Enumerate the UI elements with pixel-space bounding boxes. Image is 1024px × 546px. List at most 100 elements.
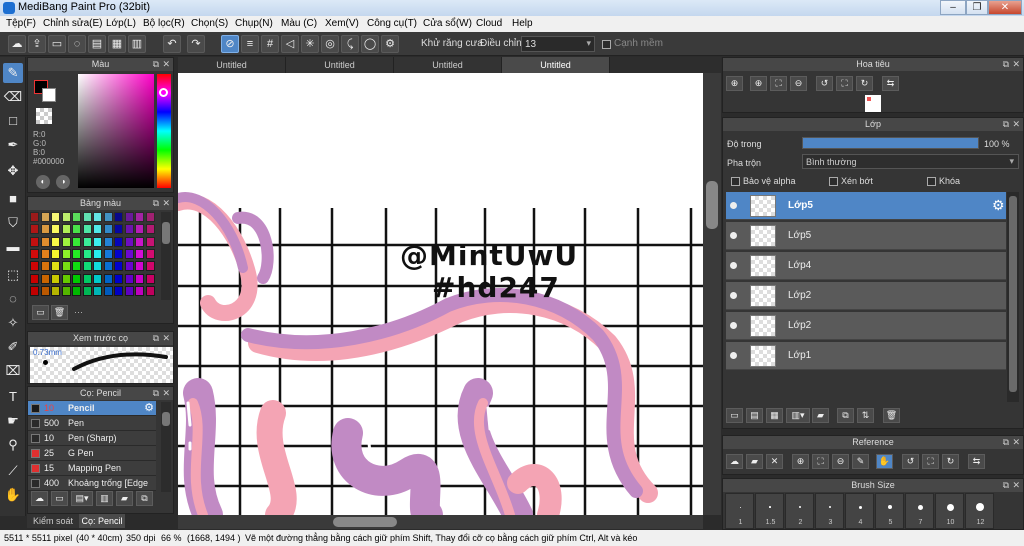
- brush-size-cell[interactable]: 10: [935, 493, 964, 529]
- grid-doc-icon[interactable]: ▦: [108, 35, 126, 53]
- menu-edit[interactable]: Chỉnh sửa(E): [43, 18, 103, 29]
- brush-size-cell[interactable]: 1: [725, 493, 754, 529]
- minimize-button[interactable]: –: [940, 0, 966, 15]
- parallel-snap-icon[interactable]: ≡: [241, 35, 259, 53]
- palette-swatch[interactable]: [72, 285, 81, 296]
- palette-swatch[interactable]: [72, 224, 81, 235]
- duplicate-layer-icon[interactable]: ⧉: [837, 408, 854, 423]
- visibility-eye-icon[interactable]: [730, 202, 737, 209]
- palette-swatch[interactable]: [40, 273, 50, 284]
- tab-brush-pencil[interactable]: Cọ: Pencil: [79, 514, 125, 528]
- palette-swatch[interactable]: [145, 248, 155, 259]
- text-tool-icon[interactable]: T: [3, 387, 23, 407]
- palette-swatch[interactable]: [114, 273, 123, 284]
- palette-swatch[interactable]: [30, 273, 39, 284]
- palette-swatch[interactable]: [51, 261, 60, 272]
- palette-swatch[interactable]: [40, 212, 50, 222]
- zoom-fit-icon[interactable]: ⊕: [726, 76, 743, 91]
- lasso-tool-icon[interactable]: ◌: [3, 289, 23, 309]
- actual-size-icon[interactable]: ⛶: [836, 76, 853, 91]
- brush-size-cell[interactable]: 7: [905, 493, 934, 529]
- close-icon[interactable]: ✕: [162, 197, 170, 210]
- navigator-thumbnail[interactable]: [865, 95, 881, 112]
- ref-rotate-left-icon[interactable]: ↺: [902, 454, 919, 469]
- snap-off-icon[interactable]: ⊘: [221, 35, 239, 53]
- palette-swatch[interactable]: [135, 212, 144, 222]
- rotate-right-icon[interactable]: ↻: [856, 76, 873, 91]
- palette-swatch[interactable]: [114, 248, 123, 259]
- palette-swatch[interactable]: [40, 285, 50, 296]
- palette-swatch[interactable]: [72, 236, 81, 247]
- palette-swatch[interactable]: [145, 285, 155, 296]
- zoom-out-icon[interactable]: ⊖: [790, 76, 807, 91]
- palette-swatch[interactable]: [61, 273, 71, 284]
- new-brush-icon[interactable]: ▭: [51, 491, 68, 506]
- ref-zoom-in-icon[interactable]: ⊕: [792, 454, 809, 469]
- gradient-tool-icon[interactable]: ▬: [3, 237, 23, 257]
- palette-swatch[interactable]: [93, 212, 102, 222]
- float-icon[interactable]: ⧉: [1003, 118, 1009, 131]
- cloud-icon[interactable]: ☁: [8, 35, 26, 53]
- visibility-eye-icon[interactable]: [730, 352, 737, 359]
- layer-folder-icon[interactable]: ▰: [812, 408, 829, 423]
- color-mode-icon[interactable]: ◐: [36, 175, 50, 189]
- layer-row[interactable]: Lớp5: [726, 192, 1006, 220]
- close-icon[interactable]: ✕: [1012, 118, 1020, 131]
- palette-swatch[interactable]: [124, 236, 134, 247]
- duplicate-brush-icon[interactable]: ⧉: [136, 491, 153, 506]
- palette-swatch[interactable]: [93, 224, 102, 235]
- palette-swatch[interactable]: [51, 212, 60, 222]
- delete-swatch-icon[interactable]: 🗑: [51, 305, 68, 320]
- palette-swatch[interactable]: [40, 236, 50, 247]
- brush-settings-icon[interactable]: ▥: [96, 491, 113, 506]
- palette-swatch[interactable]: [103, 261, 113, 272]
- select-pen-tool-icon[interactable]: ✐: [3, 337, 23, 357]
- canvas-hscroll-thumb[interactable]: [333, 517, 397, 527]
- menu-layer[interactable]: Lớp(L): [106, 18, 136, 29]
- pen-tool-icon[interactable]: ✒: [3, 135, 23, 155]
- new-halftone-layer-icon[interactable]: ▤: [746, 408, 763, 423]
- palette-swatch[interactable]: [145, 273, 155, 284]
- palette-swatch[interactable]: [135, 285, 144, 296]
- brush-size-cell[interactable]: 4: [845, 493, 874, 529]
- float-icon[interactable]: ⧉: [153, 332, 159, 345]
- visibility-eye-icon[interactable]: [730, 292, 737, 299]
- brush-item[interactable]: 500 Pen: [28, 416, 156, 431]
- layer-scroll-thumb[interactable]: [1009, 196, 1017, 392]
- palette-swatch[interactable]: [72, 212, 81, 222]
- ref-actual-size-icon[interactable]: ⛶: [922, 454, 939, 469]
- hue-handle[interactable]: [159, 88, 168, 97]
- palette-swatch[interactable]: [135, 261, 144, 272]
- radial-snap-icon[interactable]: ✳: [301, 35, 319, 53]
- brush-scroll-thumb[interactable]: [162, 412, 170, 426]
- palette-more[interactable]: ···: [74, 307, 83, 317]
- canvas-hscroll[interactable]: [178, 515, 703, 529]
- canvas-area[interactable]: @MintUwU #hd247: [178, 73, 721, 515]
- brush-settings-gear-icon[interactable]: ⚙: [144, 401, 154, 414]
- document-icon[interactable]: ▤: [88, 35, 106, 53]
- brush-folder-icon[interactable]: ▰: [116, 491, 133, 506]
- hand-tool-icon[interactable]: ✋: [3, 485, 23, 505]
- brush-item[interactable]: 10 Pen (Sharp): [28, 431, 156, 446]
- palette-swatch[interactable]: [30, 236, 39, 247]
- palette-swatch[interactable]: [114, 285, 123, 296]
- palette-swatch[interactable]: [82, 224, 92, 235]
- blend-dropdown[interactable]: Bình thường ▾: [802, 154, 1019, 169]
- float-icon[interactable]: ⧉: [153, 197, 159, 210]
- tab-untitled-2[interactable]: Untitled: [286, 57, 394, 73]
- palette-swatch[interactable]: [135, 273, 144, 284]
- merge-layer-icon[interactable]: ⇅: [857, 408, 874, 423]
- brush-item[interactable]: 400 Khoảng trống [Edge: [28, 476, 156, 491]
- palette-swatch[interactable]: [124, 261, 134, 272]
- palette-swatch[interactable]: [93, 261, 102, 272]
- visibility-eye-icon[interactable]: [730, 232, 737, 239]
- tab-untitled-4[interactable]: Untitled: [502, 57, 610, 73]
- palette-swatch[interactable]: [114, 261, 123, 272]
- bucket-tool-icon[interactable]: ⛉: [3, 213, 23, 233]
- circle-snap-icon[interactable]: ◎: [321, 35, 339, 53]
- palette-swatch[interactable]: [61, 285, 71, 296]
- palette-swatch[interactable]: [103, 236, 113, 247]
- snap-settings-icon[interactable]: ⚙: [381, 35, 399, 53]
- dot-tool-icon[interactable]: □: [3, 111, 23, 131]
- palette-swatch[interactable]: [82, 261, 92, 272]
